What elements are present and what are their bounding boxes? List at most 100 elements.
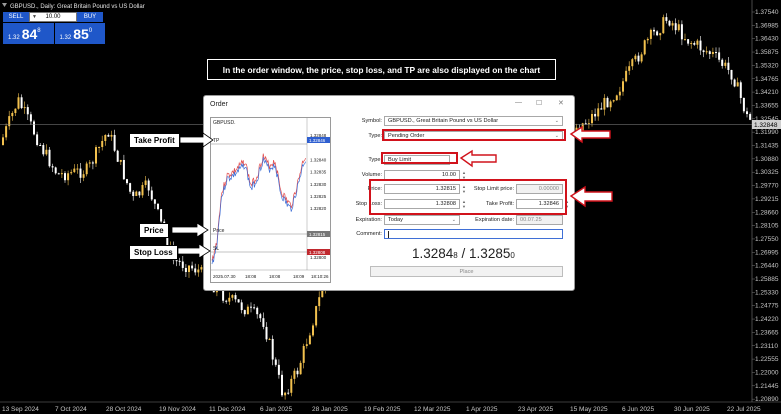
price-marker: Price <box>213 228 225 234</box>
date-tick-label: 7 Oct 2024 <box>55 406 87 413</box>
close-icon[interactable]: ✕ <box>558 99 564 107</box>
price-tick-label: 1.31435 <box>755 143 779 150</box>
expiration-date-value: 00.07.25 <box>520 217 542 223</box>
candle-body <box>237 299 240 303</box>
date-tick-label: 30 Jun 2025 <box>674 406 710 413</box>
current-price-label: 1.32848 <box>754 122 778 129</box>
candle-body <box>48 149 51 167</box>
candle-body <box>85 163 88 175</box>
sell-quote[interactable]: 1.32 84 8 <box>3 23 54 44</box>
expiration-select[interactable]: Today ⌄ <box>384 215 460 225</box>
candle-body <box>603 97 606 110</box>
candle-body <box>101 140 104 147</box>
candle-body <box>42 145 45 155</box>
candle-body <box>262 318 265 327</box>
candle-body <box>104 134 107 141</box>
candle-body <box>699 40 702 51</box>
sell-button[interactable]: SELL <box>3 12 29 22</box>
buy-quote-main: 85 <box>73 26 89 42</box>
buy-quote-prefix: 1.32 <box>59 35 72 41</box>
candle-body <box>243 310 246 315</box>
price-tick-label: 1.28660 <box>755 209 779 216</box>
candle-body <box>315 306 318 326</box>
candle-body <box>587 123 590 125</box>
tp-badge-text: 1.32846 <box>309 138 326 143</box>
candle-body <box>184 267 187 273</box>
price-tick-label: 1.37540 <box>755 9 779 16</box>
price-tick-label: 1.34210 <box>755 89 779 96</box>
headline-banner: In the order window, the price, stop los… <box>207 59 556 80</box>
candle-body <box>715 52 717 54</box>
expiration-date-input[interactable]: 00.07.25 <box>516 215 563 225</box>
buy-button[interactable]: BUY <box>77 12 103 22</box>
mini-price-tick: 1.32840 <box>310 157 327 162</box>
symbol-select[interactable]: GBPUSD., Great Britain Pound vs US Dolla… <box>384 116 563 126</box>
candle-body <box>606 97 609 108</box>
maximize-icon[interactable]: ☐ <box>536 99 542 107</box>
volume-label: Volume: <box>361 172 382 178</box>
candle-body <box>643 40 646 55</box>
price-tick-label: 1.20890 <box>755 396 779 403</box>
candle-body <box>609 101 612 108</box>
buy-quote[interactable]: 1.32 85 0 <box>54 23 105 44</box>
candle-body <box>57 173 60 175</box>
candle-body <box>742 97 745 112</box>
candle-body <box>181 261 184 268</box>
sell-quote-main: 84 <box>21 26 38 42</box>
candle-body <box>730 69 733 80</box>
price-levels-highlight-box <box>369 179 567 215</box>
candle-body <box>305 344 308 346</box>
chevron-down-icon: ⌄ <box>451 217 456 223</box>
mini-price-tick: 1.32820 <box>310 206 327 211</box>
chevron-down-icon: ⌄ <box>554 118 559 124</box>
order-mini-chart: 1.32848 1.32840 1.32835 1.32830 1.32825 1.328… <box>210 117 331 283</box>
lot-size-input[interactable]: ▼ 10.00 <box>29 12 77 22</box>
candle-body <box>119 159 122 162</box>
candle-body <box>653 29 655 32</box>
price-tick-label: 1.24220 <box>755 316 779 323</box>
mini-time-axis: 2025.07.30 18:08 18:08 18:09 18:10:26 <box>213 274 329 279</box>
lot-dropdown-icon[interactable]: ▼ <box>32 14 37 20</box>
candle-body <box>129 183 132 192</box>
candle-body <box>36 134 39 145</box>
candle-body <box>33 121 35 135</box>
candle-body <box>60 173 63 175</box>
candle-body <box>727 62 730 70</box>
candle-body <box>126 179 128 184</box>
place-button[interactable]: Place <box>370 266 563 277</box>
price-tick-label: 1.27550 <box>755 236 779 243</box>
tp-marker: TP <box>213 138 220 144</box>
candle-body <box>634 55 637 60</box>
minimize-icon[interactable]: — <box>515 99 522 106</box>
candle-body <box>668 20 671 26</box>
buy-quote-pip: 0 <box>88 28 93 34</box>
candle-body <box>628 66 631 71</box>
date-tick-label: 23 Apr 2025 <box>518 406 553 413</box>
candle-body <box>646 38 649 41</box>
price-tick-label: 1.22555 <box>755 356 779 363</box>
candle-body <box>302 345 305 363</box>
price-tick-label: 1.33655 <box>755 102 779 109</box>
candle-body <box>188 265 190 273</box>
candle-body <box>194 268 197 273</box>
price-tick-label: 1.25330 <box>755 289 779 296</box>
comment-input[interactable] <box>384 229 563 239</box>
symbol-label: Symbol: <box>361 118 382 124</box>
text-cursor <box>388 230 389 238</box>
bid-line <box>211 157 306 265</box>
candle-body <box>277 364 280 375</box>
candle-body <box>308 335 311 345</box>
price-tick-label: 1.35320 <box>755 62 779 69</box>
candle-body <box>281 374 283 396</box>
date-tick-label: 6 Jan 2025 <box>260 406 293 413</box>
candle-body <box>293 370 296 379</box>
candle-body <box>178 260 181 262</box>
candle-body <box>88 162 91 164</box>
candle-body <box>265 326 268 340</box>
symbol-value: GBPUSD., Great Britain Pound vs US Dolla… <box>388 118 499 124</box>
candle-body <box>144 180 147 186</box>
candle-body <box>14 108 17 114</box>
one-click-trading-panel: SELL ▼ 10.00 BUY 1.32 84 8 1.32 85 0 <box>3 12 105 44</box>
price-tick-label: 1.25885 <box>755 276 779 283</box>
sl-marker: SL <box>213 246 219 252</box>
